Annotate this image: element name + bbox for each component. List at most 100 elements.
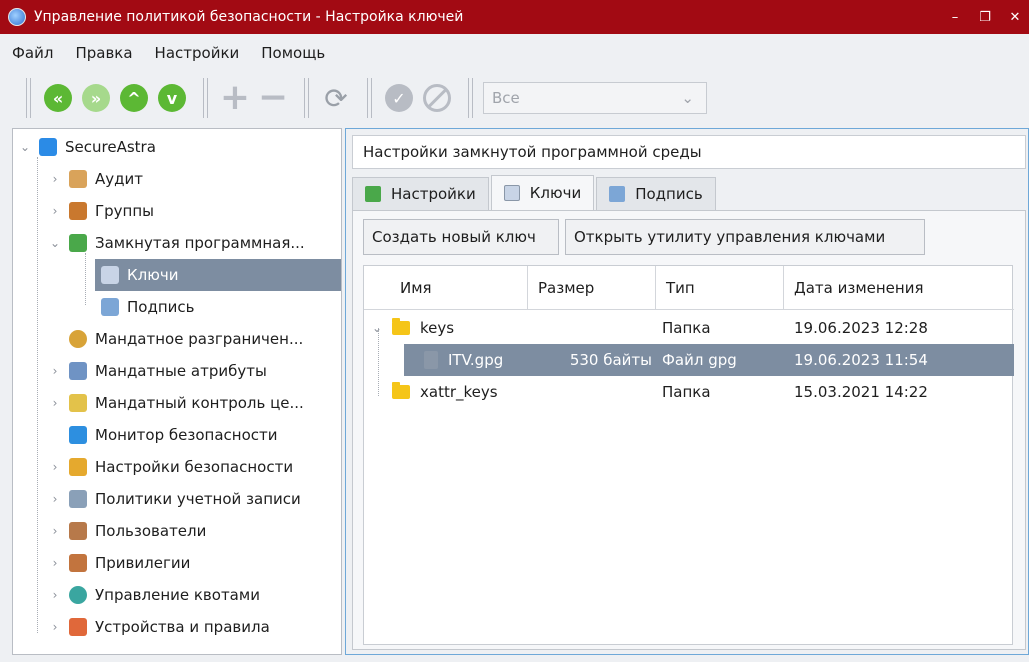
tree-item-signature[interactable]: Подпись <box>95 291 194 323</box>
tree-item-mandatory-integrity[interactable]: › Мандатный контроль це... <box>47 387 304 419</box>
devices-icon <box>69 618 87 636</box>
computer-icon <box>39 138 57 156</box>
tab-label: Ключи <box>529 184 582 202</box>
minus-icon: − <box>257 77 289 118</box>
tree-item-mandatory-attributes[interactable]: › Мандатные атрибуты <box>47 355 267 387</box>
tree-item-label: Политики учетной записи <box>95 490 301 508</box>
tab-keys[interactable]: Ключи <box>490 175 595 211</box>
tree-item-audit[interactable]: › Аудит <box>47 163 143 195</box>
tree-item-label: Устройства и правила <box>95 618 270 636</box>
remove-button[interactable]: − <box>256 77 290 118</box>
first-button[interactable]: « <box>41 81 75 115</box>
tab-label: Настройки <box>391 185 476 203</box>
up-button[interactable]: ^ <box>117 81 151 115</box>
key-icon <box>503 185 520 201</box>
tree-line <box>37 157 38 633</box>
cancel-icon <box>423 84 451 112</box>
maximize-icon[interactable]: ❐ <box>977 10 993 25</box>
signature-icon <box>101 298 119 316</box>
column-header-size[interactable]: Размер <box>528 266 656 310</box>
column-header-date[interactable]: Дата изменения <box>784 266 1014 310</box>
tree-item-devices-rules[interactable]: › Устройства и правила <box>47 611 270 643</box>
apply-button[interactable]: ✓ <box>382 81 416 115</box>
tab-signature[interactable]: Подпись <box>596 177 716 211</box>
open-key-utility-button[interactable]: Открыть утилиту управления ключами <box>565 219 925 255</box>
tree-item-closed-environment[interactable]: ⌄ Замкнутая программная... <box>47 227 305 259</box>
tree-item-label: Ключи <box>127 266 179 284</box>
tree-item-privileges[interactable]: › Привилегии <box>47 547 190 579</box>
users-icon <box>69 522 87 540</box>
menu-help[interactable]: Помощь <box>261 44 325 62</box>
closed-environment-icon <box>69 234 87 252</box>
first-icon: « <box>44 84 72 112</box>
row-size <box>532 312 656 344</box>
chevron-right-icon[interactable]: › <box>47 492 63 506</box>
security-monitor-icon <box>69 426 87 444</box>
chevron-right-icon[interactable]: › <box>47 620 63 634</box>
chevron-right-icon[interactable]: › <box>47 172 63 186</box>
tree-item-keys[interactable]: Ключи <box>95 259 341 291</box>
chevron-right-icon[interactable]: › <box>47 524 63 538</box>
window-controls: – ❐ ✕ <box>947 0 1023 34</box>
column-header-type[interactable]: Тип <box>656 266 784 310</box>
next-button[interactable]: » <box>79 81 113 115</box>
down-button[interactable]: v <box>155 81 189 115</box>
app-shield-icon <box>8 8 26 26</box>
tree-item-label: Аудит <box>95 170 143 188</box>
row-name: xattr_keys <box>420 383 498 401</box>
table-header: Имя Размер Тип Дата изменения <box>364 266 1014 310</box>
next-icon: » <box>82 84 110 112</box>
tree-item-account-policies[interactable]: › Политики учетной записи <box>47 483 301 515</box>
up-icon: ^ <box>120 84 148 112</box>
chevron-right-icon[interactable]: › <box>47 588 63 602</box>
chevron-down-icon[interactable]: ⌄ <box>368 321 386 335</box>
chevron-right-icon[interactable]: › <box>47 204 63 218</box>
menu-edit[interactable]: Правка <box>75 44 132 62</box>
tree-item-root[interactable]: ⌄ SecureAstra <box>17 131 156 163</box>
tree-item-users[interactable]: › Пользователи <box>47 515 206 547</box>
table-row[interactable]: ITV.gpg 530 байты Файл gpg 19.06.2023 11… <box>404 344 1014 376</box>
tree-item-label: SecureAstra <box>65 138 156 156</box>
close-icon[interactable]: ✕ <box>1007 10 1023 25</box>
column-header-name[interactable]: Имя <box>364 266 528 310</box>
create-key-button[interactable]: Создать новый ключ <box>363 219 559 255</box>
filter-combobox[interactable]: Все ⌄ <box>483 82 707 114</box>
tree-item-label: Группы <box>95 202 155 220</box>
row-type: Папка <box>662 383 711 401</box>
chevron-right-icon[interactable]: › <box>47 460 63 474</box>
tab-label: Подпись <box>635 185 703 203</box>
chevron-right-icon[interactable]: › <box>47 396 63 410</box>
add-button[interactable]: + <box>218 80 252 116</box>
chevron-down-icon[interactable]: ⌄ <box>17 140 33 154</box>
refresh-button[interactable]: ⟳ <box>319 81 353 115</box>
signature-icon <box>609 186 626 202</box>
row-name: keys <box>420 319 455 337</box>
security-settings-icon <box>69 458 87 476</box>
chevron-down-icon[interactable]: ⌄ <box>47 236 63 250</box>
tree-item-quota-management[interactable]: › Управление квотами <box>47 579 260 611</box>
menu-settings[interactable]: Настройки <box>155 44 240 62</box>
quota-icon <box>69 586 87 604</box>
table-row[interactable]: xattr_keys Папка 15.03.2021 14:22 <box>364 376 1014 408</box>
table-row[interactable]: ⌄ keys Папка 19.06.2023 12:28 <box>364 312 1014 344</box>
row-name: ITV.gpg <box>448 351 504 369</box>
menu-file[interactable]: Файл <box>12 44 53 62</box>
chevron-down-icon: ⌄ <box>681 89 694 107</box>
row-date: 15.03.2021 14:22 <box>794 383 928 401</box>
account-policies-icon <box>69 490 87 508</box>
tree-item-groups[interactable]: › Группы <box>47 195 154 227</box>
filter-value: Все <box>492 89 520 107</box>
audit-icon <box>69 170 87 188</box>
tree-item-security-monitor[interactable]: Монитор безопасности <box>69 419 277 451</box>
tree-item-security-settings[interactable]: › Настройки безопасности <box>47 451 293 483</box>
section-title: Настройки замкнутой программной среды <box>352 135 1026 169</box>
cancel-button[interactable] <box>420 81 454 115</box>
mandatory-attributes-icon <box>69 362 87 380</box>
tree-item-mandatory-access[interactable]: Мандатное разграничен... <box>69 323 303 355</box>
toolbar: « » ^ v + − ⟳ ✓ Все ⌄ <box>0 72 1029 124</box>
chevron-right-icon[interactable]: › <box>47 364 63 378</box>
chevron-right-icon[interactable]: › <box>47 556 63 570</box>
tab-settings[interactable]: Настройки <box>352 177 489 211</box>
minimize-icon[interactable]: – <box>947 10 963 25</box>
toolbar-separator <box>203 78 208 118</box>
